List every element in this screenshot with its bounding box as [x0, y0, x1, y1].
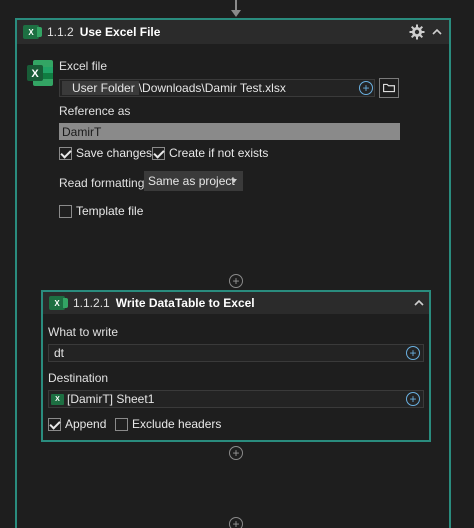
add-activity-plus-icon[interactable]: + [229, 446, 243, 460]
reference-as-label: Reference as [59, 104, 131, 118]
read-formatting-label: Read formatting [59, 176, 145, 190]
checkbox-checked[interactable] [48, 417, 61, 431]
caret-down-icon [231, 179, 237, 183]
excel-file-input[interactable]: User Folder \Downloads\Damir Test.xlsx [59, 79, 375, 97]
destination-input[interactable]: X [DamirT] Sheet1 [48, 390, 424, 408]
add-activity-plus-icon[interactable]: + [229, 274, 243, 288]
folder-icon[interactable] [379, 78, 399, 98]
excel-icon: X [49, 296, 68, 310]
append-checkbox[interactable]: Append [48, 417, 106, 431]
excel-icon: X [23, 25, 42, 39]
destination-label: Destination [48, 371, 109, 385]
use-excel-file-activity[interactable]: X 1.1.2 Use Excel File X Excel file User… [15, 18, 451, 528]
activity-title: Use Excel File [79, 25, 161, 39]
activity-header[interactable]: X 1.1.2 Use Excel File [17, 20, 449, 44]
activity-number: 1.1.2 [47, 25, 74, 39]
read-formatting-value: Same as project [148, 174, 235, 188]
excel-file-label: Excel file [59, 59, 108, 73]
chevron-up-icon[interactable] [431, 26, 443, 38]
user-folder-chip[interactable]: User Folder [62, 81, 139, 95]
checkbox-unchecked[interactable] [59, 204, 72, 218]
append-label: Append [65, 417, 107, 431]
reference-as-input[interactable]: DamirT [59, 123, 400, 140]
what-to-write-label: What to write [48, 325, 119, 339]
exclude-headers-label: Exclude headers [132, 417, 222, 431]
template-file-checkbox[interactable]: Template file [59, 204, 143, 218]
checkbox-checked[interactable] [152, 146, 165, 160]
add-variable-plus-icon[interactable]: + [406, 392, 420, 406]
excel-sheet-icon: X [51, 393, 64, 405]
svg-text:X: X [31, 68, 39, 80]
what-to-write-value: dt [54, 346, 65, 360]
what-to-write-input[interactable]: dt [48, 344, 424, 362]
inner-activity-header[interactable]: X 1.1.2.1 Write DataTable to Excel [43, 292, 429, 314]
exclude-headers-checkbox[interactable]: Exclude headers [115, 417, 221, 431]
read-formatting-select[interactable]: Same as project [144, 171, 243, 191]
template-file-label: Template file [76, 204, 144, 218]
save-changes-label: Save changes [76, 146, 153, 160]
add-activity-plus-icon[interactable]: + [229, 517, 243, 528]
checkbox-unchecked[interactable] [115, 417, 128, 431]
inner-activity-number: 1.1.2.1 [73, 296, 110, 310]
flow-arrow-down [231, 0, 241, 18]
inner-activity-title: Write DataTable to Excel [115, 296, 255, 310]
save-changes-checkbox[interactable]: Save changes [59, 146, 152, 160]
destination-value: [DamirT] Sheet1 [67, 392, 155, 406]
write-datatable-activity[interactable]: X 1.1.2.1 Write DataTable to Excel What … [41, 290, 431, 442]
checkbox-checked[interactable] [59, 146, 72, 160]
chevron-up-icon[interactable] [413, 297, 425, 309]
gear-icon[interactable] [409, 24, 425, 40]
create-if-not-exists-checkbox[interactable]: Create if not exists [152, 146, 268, 160]
file-path-text: \Downloads\Damir Test.xlsx [138, 81, 286, 95]
add-variable-plus-icon[interactable]: + [359, 81, 373, 95]
excel-file-icon: X [27, 60, 53, 86]
add-variable-plus-icon[interactable]: + [406, 346, 420, 360]
create-if-not-exists-label: Create if not exists [169, 146, 269, 160]
